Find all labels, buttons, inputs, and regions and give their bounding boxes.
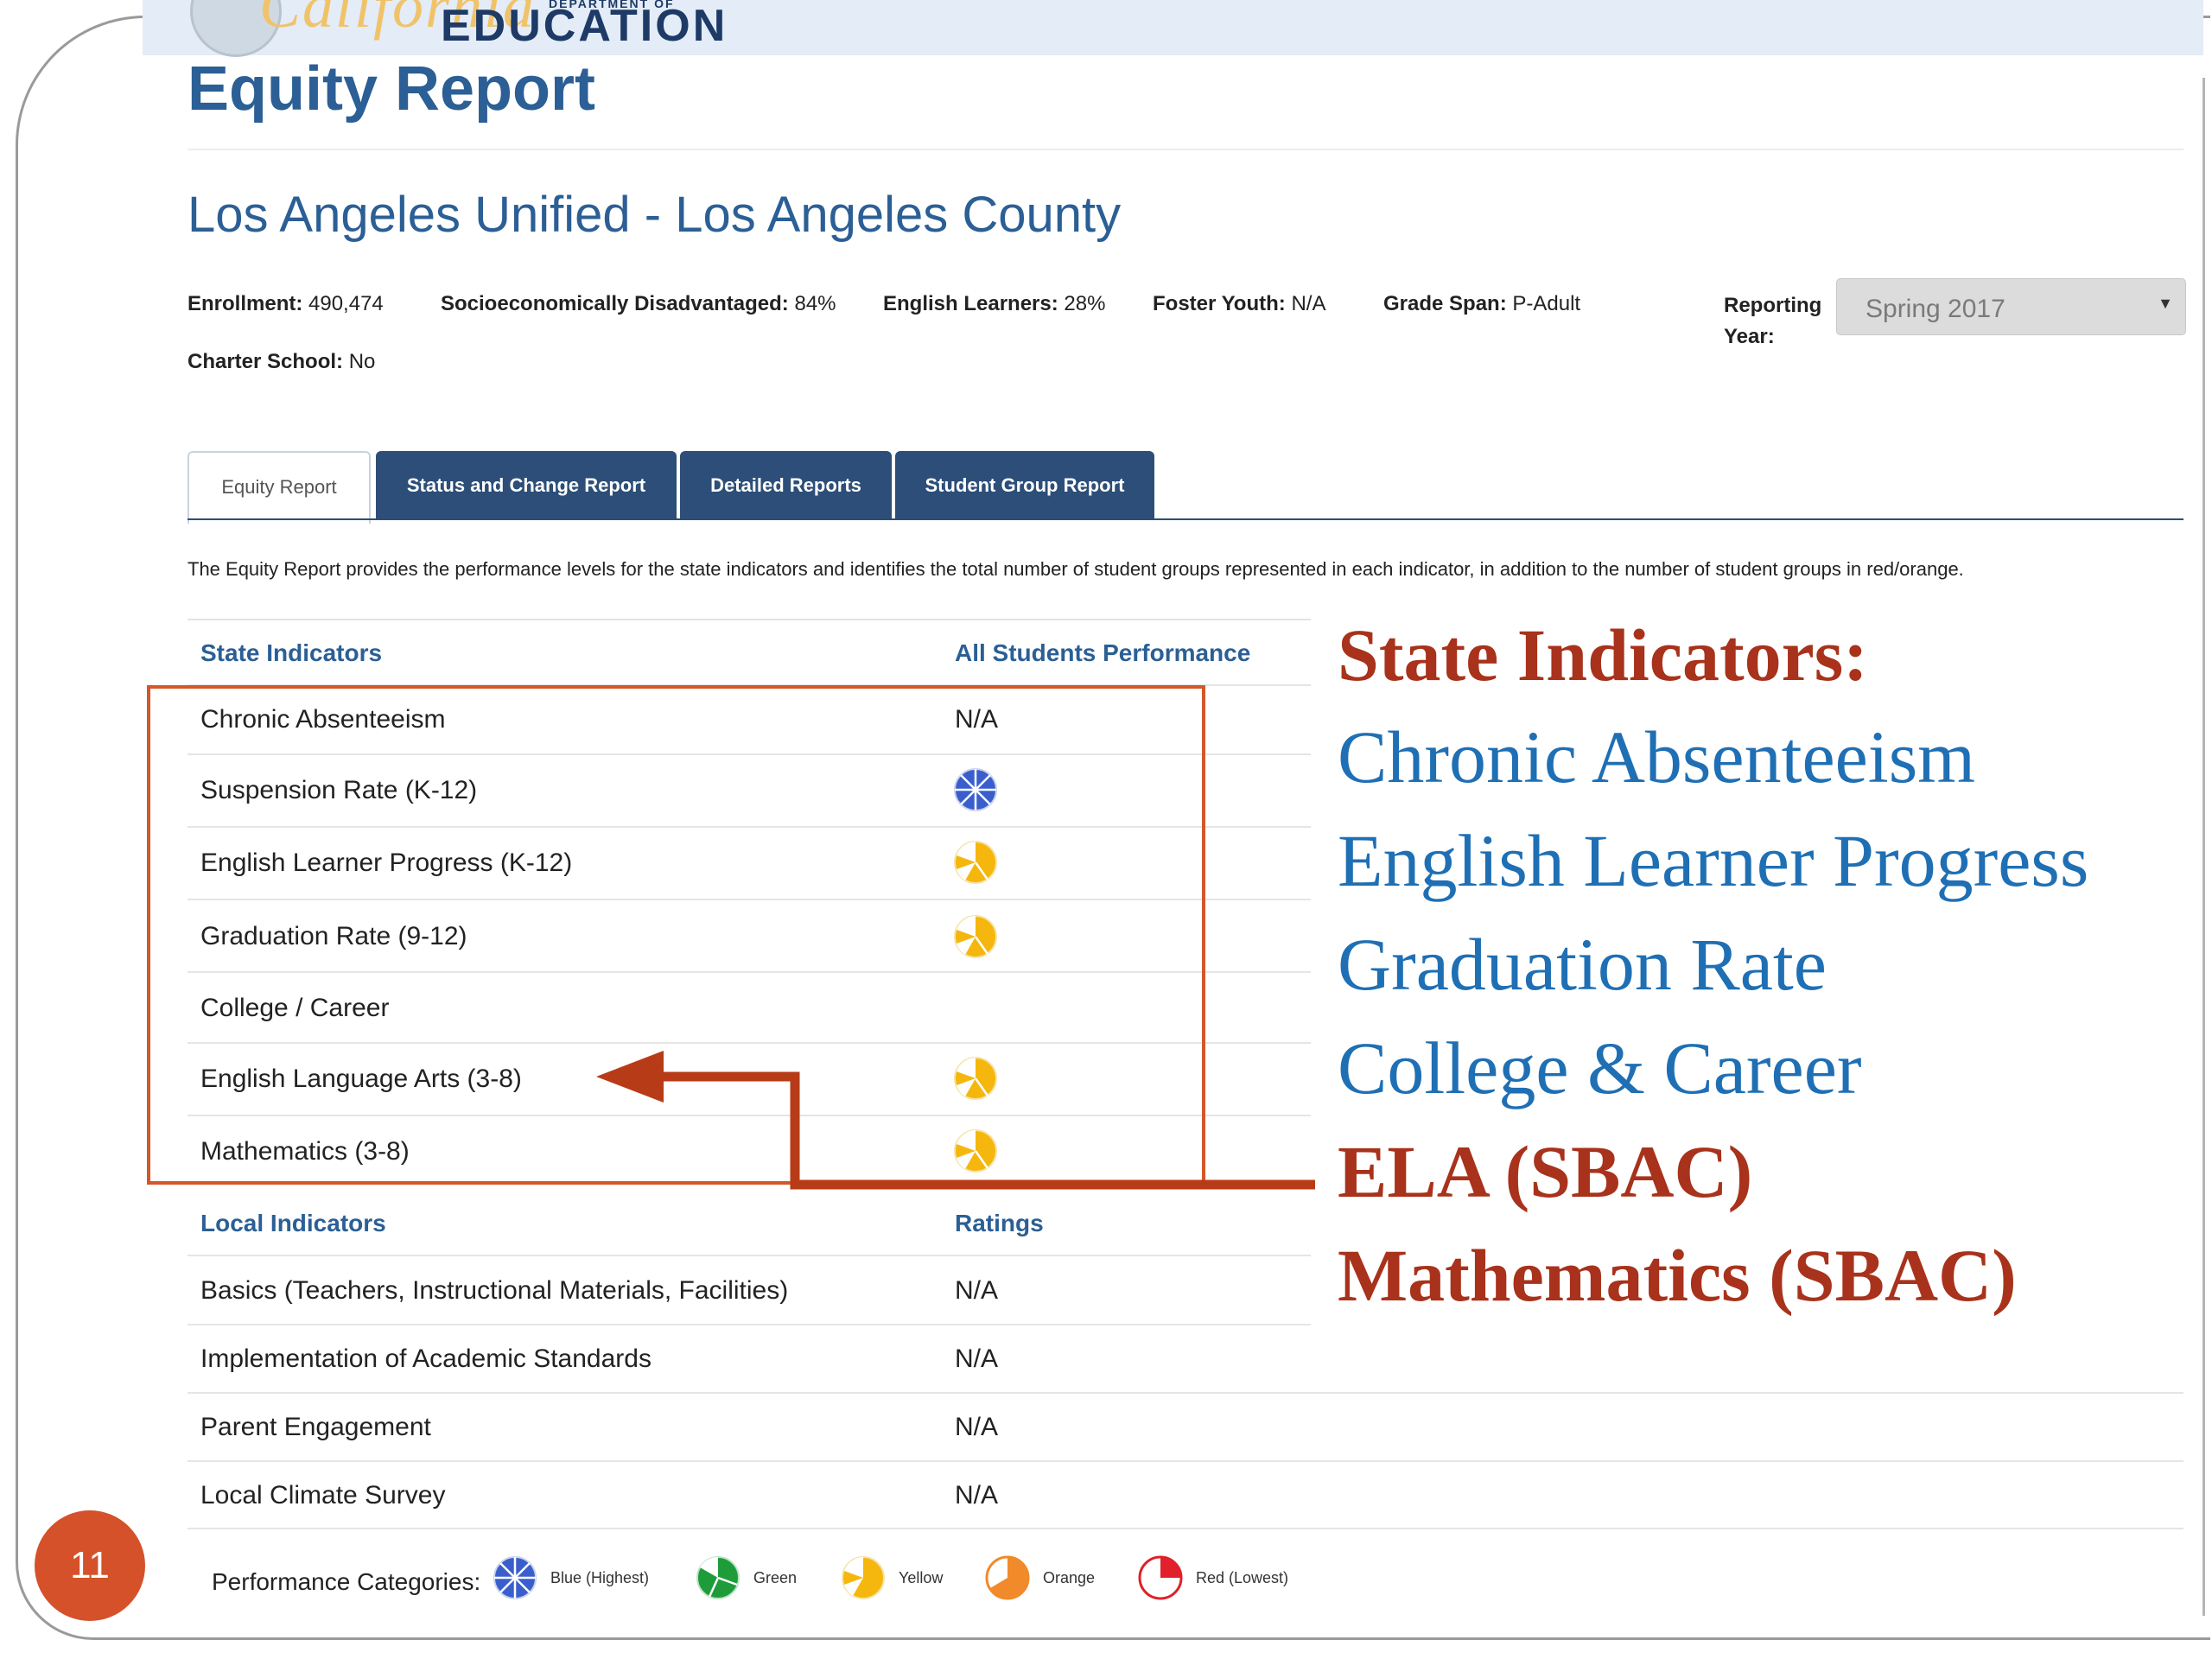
slide-number-badge: 11 bbox=[35, 1510, 145, 1621]
callout-heading: State Indicators: bbox=[1338, 613, 1868, 696]
callout-item: Mathematics (SBAC) bbox=[1338, 1234, 2017, 1317]
callout-item: ELA (SBAC) bbox=[1338, 1130, 1753, 1213]
callout-item: Graduation Rate bbox=[1338, 923, 1827, 1006]
callout-item: English Learner Progress bbox=[1338, 819, 2089, 902]
callout-item: Chronic Absenteeism bbox=[1338, 715, 1976, 798]
callout-item: College & Career bbox=[1338, 1027, 1862, 1109]
